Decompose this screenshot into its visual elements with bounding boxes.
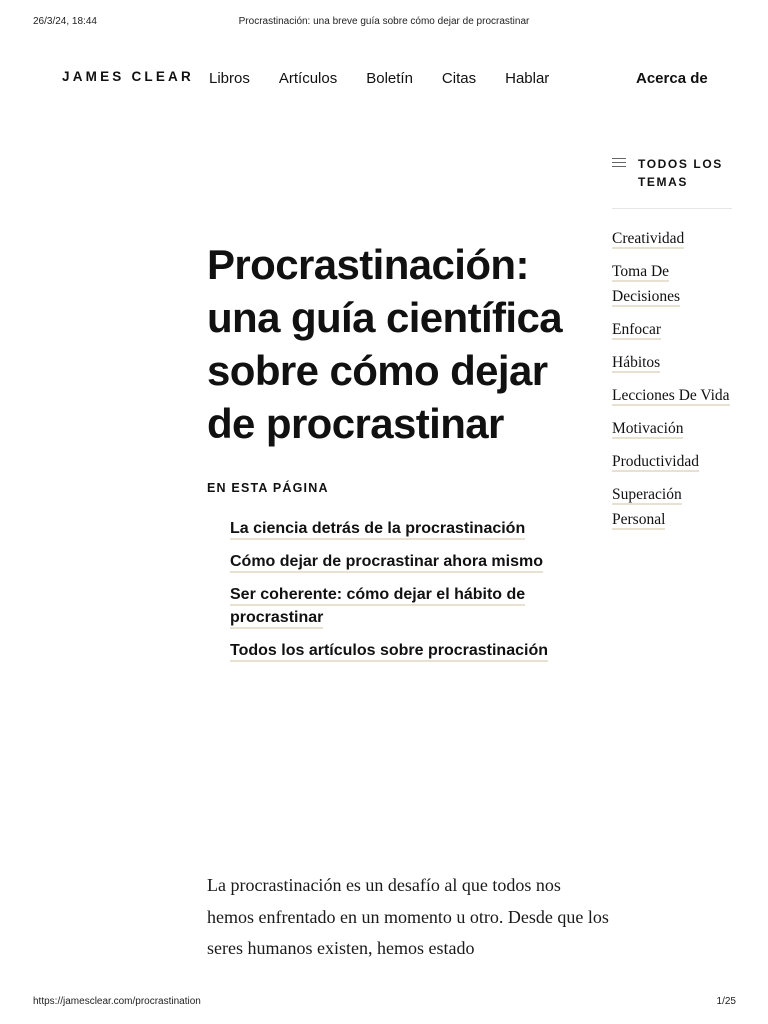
list-item: Enfocar (612, 317, 732, 342)
print-header: 26/3/24, 18:44 Procrastinación: una brev… (0, 16, 768, 30)
nav-link-articulos[interactable]: Artículos (279, 70, 337, 87)
list-item: Toma De Decisiones (612, 259, 732, 309)
nav-link-libros[interactable]: Libros (209, 70, 250, 87)
list-item: Hábitos (612, 350, 732, 375)
nav-link-citas[interactable]: Citas (442, 70, 476, 87)
toc-link-ciencia[interactable]: La ciencia detrás de la procrastinación (230, 520, 526, 540)
topics-sidebar: TODOS LOS TEMAS Creatividad Toma De Deci… (612, 155, 732, 540)
toc-heading: EN ESTA PÁGINA (207, 481, 329, 495)
article-title: Procrastinación: una guía científica sob… (207, 241, 563, 447)
topic-link-enfocar[interactable]: Enfocar (612, 321, 662, 340)
topics-heading-label: TODOS LOS TEMAS (638, 157, 723, 189)
topic-link-habitos[interactable]: Hábitos (612, 354, 661, 373)
table-of-contents: La ciencia detrás de la procrastinación … (230, 517, 590, 672)
topic-link-toma-de-decisiones[interactable]: Toma De Decisiones (612, 263, 681, 307)
topic-link-superacion-personal[interactable]: Superación Personal (612, 486, 682, 530)
toc-item: La ciencia detrás de la procrastinación (230, 517, 590, 540)
list-item: Productividad (612, 449, 732, 474)
top-navigation: JAMES CLEAR Libros Artículos Boletín Cit… (0, 66, 768, 94)
print-page-number: 1/25 (716, 996, 736, 1007)
nav-link-boletin[interactable]: Boletín (366, 70, 413, 87)
topic-link-productividad[interactable]: Productividad (612, 453, 699, 472)
topics-list: Creatividad Toma De Decisiones Enfocar H… (612, 226, 732, 532)
nav-link-acerca-de[interactable]: Acerca de (636, 70, 708, 87)
toc-item: Cómo dejar de procrastinar ahora mismo (230, 550, 590, 573)
list-item: Lecciones De Vida (612, 383, 732, 408)
list-icon (612, 158, 626, 170)
toc-item: Todos los artículos sobre procrastinació… (230, 639, 590, 662)
list-item: Creatividad (612, 226, 732, 251)
topic-link-motivacion[interactable]: Motivación (612, 420, 684, 439)
topic-link-creatividad[interactable]: Creatividad (612, 230, 685, 249)
list-item: Superación Personal (612, 482, 732, 532)
print-page-title: Procrastinación: una breve guía sobre có… (238, 16, 530, 27)
nav-links: Libros Artículos Boletín Citas Hablar (209, 70, 578, 87)
toc-item: Ser coherente: cómo dejar el hábito de p… (230, 583, 590, 629)
print-footer: https://jamesclear.com/procrastination 1… (0, 996, 768, 1010)
nav-link-hablar[interactable]: Hablar (505, 70, 549, 87)
toc-link-todos-los-articulos[interactable]: Todos los artículos sobre procrastinació… (230, 642, 548, 662)
topic-link-lecciones-de-vida[interactable]: Lecciones De Vida (612, 387, 730, 406)
topics-heading[interactable]: TODOS LOS TEMAS (612, 155, 732, 209)
site-logo[interactable]: JAMES CLEAR (62, 69, 194, 84)
print-url: https://jamesclear.com/procrastination (33, 996, 201, 1007)
article-intro-paragraph: La procrastinación es un desafío al que … (207, 875, 609, 958)
toc-link-ser-coherente[interactable]: Ser coherente: cómo dejar el hábito de p… (230, 586, 526, 629)
toc-link-ahora-mismo[interactable]: Cómo dejar de procrastinar ahora mismo (230, 553, 543, 573)
list-item: Motivación (612, 416, 732, 441)
